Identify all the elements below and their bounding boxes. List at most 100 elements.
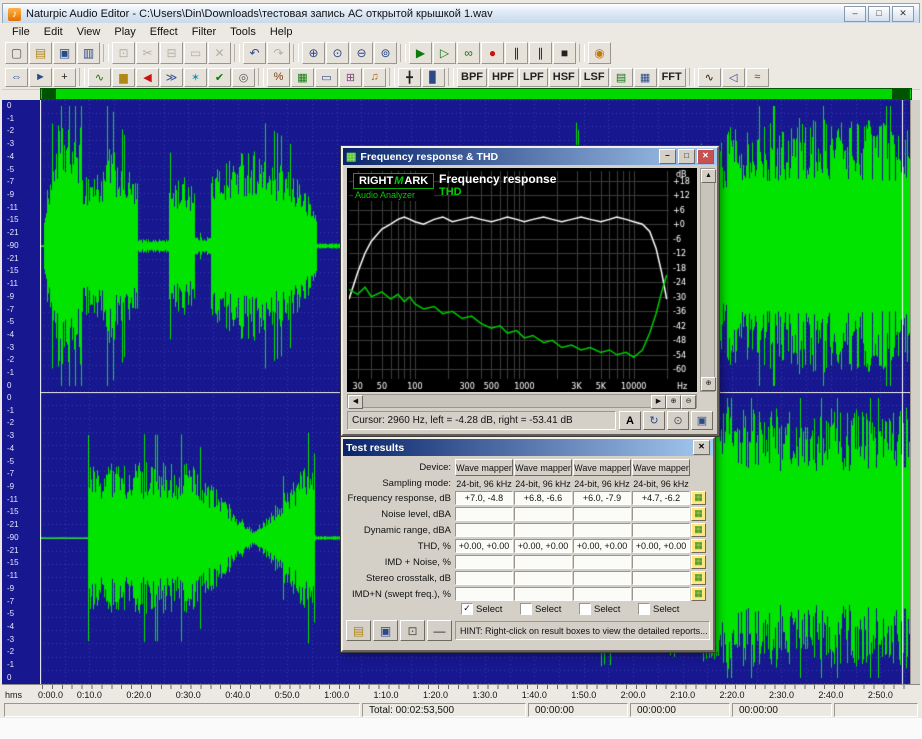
select-checkbox[interactable]: [579, 603, 591, 615]
frequency-window-titlebar[interactable]: ▦ Frequency response & THD – □ ✕: [343, 148, 717, 165]
device-select-button[interactable]: Wave mapper: [455, 459, 513, 476]
detailed-report-button[interactable]: ▦: [691, 571, 706, 585]
select-checkbox[interactable]: [638, 603, 650, 615]
cursor-mode-button[interactable]: +: [53, 68, 76, 87]
result-value-box[interactable]: [514, 555, 572, 569]
scroll-mode-button[interactable]: ►: [29, 68, 52, 87]
burn-cd-button[interactable]: ◉: [588, 42, 611, 64]
result-value-box[interactable]: [632, 507, 690, 521]
select-checkbox[interactable]: [520, 603, 532, 615]
bpf-filter-button[interactable]: BPF: [457, 68, 487, 87]
fft-filter-button[interactable]: FFT: [658, 68, 686, 87]
waveform-view-button[interactable]: ∿: [88, 68, 111, 87]
result-value-box[interactable]: +6.8, -6.6: [514, 491, 572, 505]
menu-help[interactable]: Help: [263, 25, 300, 39]
result-value-box[interactable]: [514, 587, 572, 601]
vscroll-track[interactable]: [701, 183, 714, 377]
parametric-eq-button[interactable]: ▦: [634, 68, 657, 87]
open-results-button[interactable]: ▤: [346, 620, 371, 641]
close-button[interactable]: ✕: [892, 6, 914, 22]
normalize-button[interactable]: %: [267, 68, 290, 87]
result-value-box[interactable]: [573, 555, 631, 569]
hpf-filter-button[interactable]: HPF: [488, 68, 518, 87]
result-value-box[interactable]: [632, 587, 690, 601]
result-value-box[interactable]: +0.00, +0.00: [632, 539, 690, 553]
chart-hscrollbar[interactable]: ◀ ▶ ⊕ ⊖: [347, 394, 697, 408]
record-button[interactable]: ●: [481, 42, 504, 64]
result-value-box[interactable]: +7.0, -4.8: [455, 491, 513, 505]
result-value-box[interactable]: [632, 571, 690, 585]
save-results-button[interactable]: ▣: [373, 620, 398, 641]
mixer-button[interactable]: ⊞: [339, 68, 362, 87]
copy-report-button[interactable]: ⊡: [400, 620, 425, 641]
device-select-button[interactable]: Wave mapper: [514, 459, 572, 476]
result-value-box[interactable]: [514, 507, 572, 521]
fit-window-button[interactable]: ⇔: [5, 68, 28, 87]
result-value-box[interactable]: [514, 523, 572, 537]
save-chart-button[interactable]: ▣: [691, 411, 713, 430]
result-value-box[interactable]: [455, 523, 513, 537]
hscroll-track[interactable]: [363, 395, 651, 407]
freq-minimize-button[interactable]: –: [659, 149, 676, 164]
menu-edit[interactable]: Edit: [37, 25, 70, 39]
maximize-button[interactable]: □: [868, 6, 890, 22]
font-button[interactable]: A: [619, 411, 641, 430]
undo-button[interactable]: ↶: [243, 42, 266, 64]
title-bar[interactable]: ♪ Naturpic Audio Editor - C:\Users\Din\D…: [2, 3, 920, 25]
analyze-button[interactable]: ⊙: [667, 411, 689, 430]
remove-column-button[interactable]: —: [427, 620, 452, 641]
scroll-up-button[interactable]: ▲: [701, 169, 716, 183]
play-all-button[interactable]: ▷: [433, 42, 456, 64]
device-select-button[interactable]: Wave mapper: [632, 459, 690, 476]
detailed-report-button[interactable]: ▦: [691, 523, 706, 537]
detailed-report-button[interactable]: ▦: [691, 507, 706, 521]
karaoke-button[interactable]: ♫: [363, 68, 386, 87]
result-value-box[interactable]: [573, 571, 631, 585]
test-close-button[interactable]: ✕: [693, 440, 710, 455]
zoom-selection-button[interactable]: ⊙: [326, 42, 349, 64]
signal-generator-button[interactable]: ≈: [746, 68, 769, 87]
play-button[interactable]: ▶: [409, 42, 432, 64]
freq-close-button[interactable]: ✕: [697, 149, 714, 164]
result-value-box[interactable]: [632, 523, 690, 537]
result-value-box[interactable]: +0.00, +0.00: [455, 539, 513, 553]
menu-play[interactable]: Play: [107, 25, 142, 39]
overview-bar[interactable]: [40, 88, 912, 100]
monitor-window-button[interactable]: ▭: [315, 68, 338, 87]
chart-vscrollbar[interactable]: ▲ ⊕: [700, 168, 715, 392]
detailed-report-button[interactable]: ▦: [691, 539, 706, 553]
save-file-button[interactable]: ▣: [53, 42, 76, 64]
result-value-box[interactable]: [573, 523, 631, 537]
spectrum-view-button[interactable]: ▆: [112, 68, 135, 87]
result-value-box[interactable]: [632, 555, 690, 569]
menu-view[interactable]: View: [70, 25, 108, 39]
verify-button[interactable]: ✔: [208, 68, 231, 87]
minimize-button[interactable]: –: [844, 6, 866, 22]
hzoom-out-button[interactable]: ⊖: [681, 395, 696, 409]
pause-button[interactable]: ∥: [505, 42, 528, 64]
scroll-left-button[interactable]: ◀: [348, 395, 363, 409]
seek-button[interactable]: ≫: [160, 68, 183, 87]
graphic-eq-button[interactable]: ▤: [610, 68, 633, 87]
frequency-chart-canvas[interactable]: [347, 168, 697, 392]
menu-effect[interactable]: Effect: [143, 25, 185, 39]
refresh-button[interactable]: ↻: [643, 411, 665, 430]
stop-button[interactable]: ■: [553, 42, 576, 64]
hzoom-in-button[interactable]: ⊕: [666, 395, 681, 409]
result-value-box[interactable]: [573, 507, 631, 521]
vertical-zoom-button[interactable]: ⊕: [701, 377, 716, 391]
detailed-report-button[interactable]: ▦: [691, 491, 706, 505]
envelope-grid-button[interactable]: ▦: [291, 68, 314, 87]
result-value-box[interactable]: [573, 587, 631, 601]
select-checkbox[interactable]: ✓: [461, 603, 473, 615]
result-value-box[interactable]: +4.7, -6.2: [632, 491, 690, 505]
menu-tools[interactable]: Tools: [223, 25, 263, 39]
menu-filter[interactable]: Filter: [185, 25, 223, 39]
freeze-button[interactable]: ✶: [184, 68, 207, 87]
zoom-in-button[interactable]: ⊕: [302, 42, 325, 64]
loop-play-button[interactable]: ∞: [457, 42, 480, 64]
zoom-out-button[interactable]: ⊖: [350, 42, 373, 64]
hsf-filter-button[interactable]: HSF: [549, 68, 579, 87]
test-results-titlebar[interactable]: Test results ✕: [343, 439, 713, 456]
menu-file[interactable]: File: [5, 25, 37, 39]
